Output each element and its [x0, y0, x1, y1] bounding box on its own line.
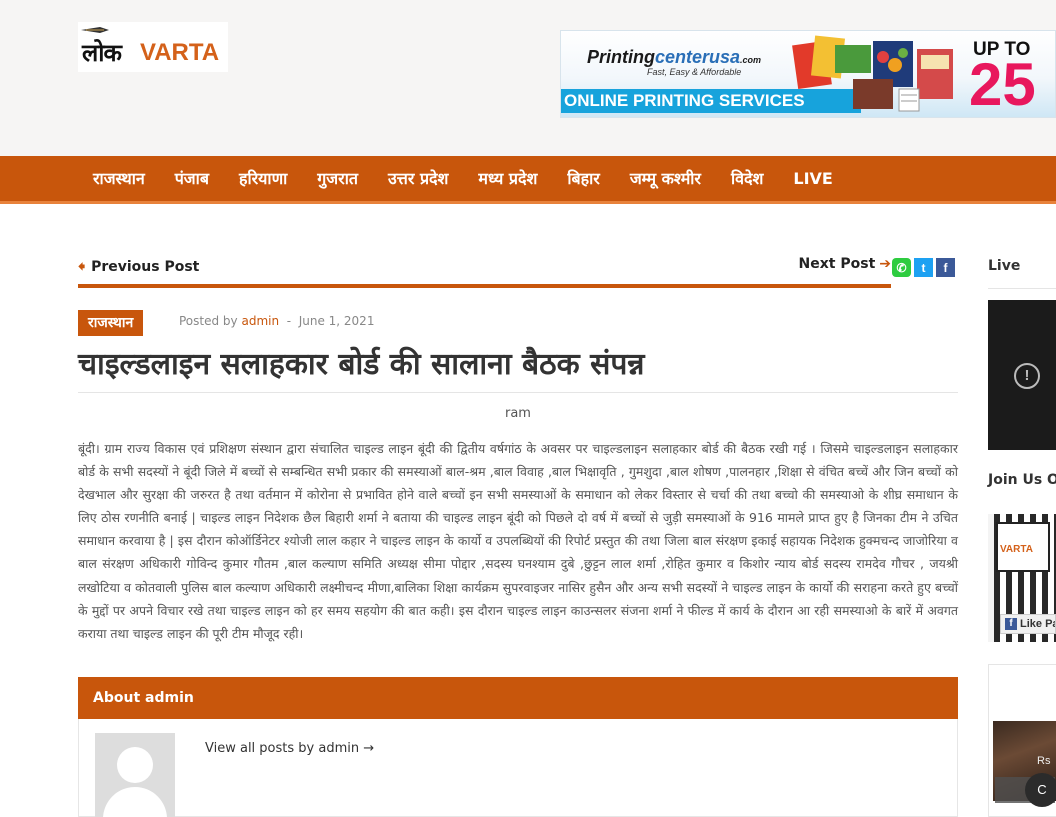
- nav-item-madhya-pradesh[interactable]: मध्य प्रदेश: [463, 156, 552, 201]
- sidebar-promo[interactable]: Rs C: [988, 664, 1056, 817]
- post-body: बूंदी। ग्राम राज्य विकास एवं प्रशिक्षण स…: [78, 441, 958, 641]
- title-divider: [78, 392, 958, 393]
- about-author-box: View all posts by admin →: [78, 719, 958, 817]
- ad-product-photos: [792, 35, 953, 112]
- next-post-link[interactable]: Next Post ➔: [799, 256, 891, 272]
- nav-item-uttar-pradesh[interactable]: उत्तर प्रदेश: [373, 156, 463, 201]
- sidebar-join-heading: Join Us On: [988, 472, 1056, 488]
- next-post-label: Next Post: [798, 256, 876, 272]
- site-header: लोक VARTA Printingcenterusa.com Fast, Ea…: [0, 0, 1056, 156]
- twitter-icon[interactable]: t: [914, 258, 933, 277]
- nav-item-punjab[interactable]: पंजाब: [160, 156, 224, 201]
- arrow-left-icon: 🠸: [78, 259, 86, 275]
- promo-currency: Rs: [1037, 755, 1051, 767]
- site-logo[interactable]: लोक VARTA: [78, 22, 228, 72]
- arrow-right-icon: ➔: [879, 256, 891, 272]
- category-badge[interactable]: राजस्थान: [78, 310, 144, 336]
- nav-item-bihar[interactable]: बिहार: [552, 156, 614, 201]
- logo-hindi-text: लोक: [82, 39, 122, 67]
- sidebar-live-heading: Live: [988, 258, 1021, 274]
- nav-item-jammu-kashmir[interactable]: जम्मू कश्मीर: [615, 156, 716, 201]
- previous-post-label: Previous Post: [91, 259, 200, 275]
- logo-latin-text: VARTA: [140, 39, 220, 66]
- live-video-embed[interactable]: !: [988, 300, 1056, 450]
- about-author-heading: About admin: [78, 677, 958, 719]
- author-link[interactable]: admin: [241, 314, 279, 328]
- previous-post-link[interactable]: 🠸 Previous Post: [78, 256, 199, 280]
- video-error-icon: !: [1014, 363, 1040, 389]
- post-byline: ram: [505, 406, 531, 421]
- share-buttons: ✆ t f: [892, 258, 955, 277]
- nav-item-haryana[interactable]: हरियाणा: [224, 156, 302, 201]
- main-navigation: राजस्थान पंजाब हरियाणा गुजरात उत्तर प्रद…: [0, 156, 1056, 204]
- ad-brand: Printingcenterusa.com: [587, 47, 762, 67]
- facebook-icon[interactable]: f: [936, 258, 955, 277]
- promo-circle-button[interactable]: C: [1025, 773, 1056, 807]
- post-date: June 1, 2021: [298, 314, 375, 328]
- sidebar-divider: [988, 288, 1056, 289]
- avatar: [95, 733, 175, 817]
- post-title: चाइल्डलाइन सलाहकार बोर्ड की सालाना बैठक …: [78, 347, 645, 382]
- nav-item-rajasthan[interactable]: राजस्थान: [78, 156, 160, 201]
- whatsapp-icon[interactable]: ✆: [892, 258, 911, 277]
- facebook-like-icon: f: [1005, 618, 1017, 631]
- ad-percent: 25: [969, 51, 1036, 118]
- view-all-posts-link[interactable]: View all posts by admin →: [205, 741, 374, 756]
- date-separator: -: [286, 314, 292, 328]
- nav-item-videsh[interactable]: विदेश: [716, 156, 778, 201]
- advertisement-banner[interactable]: Printingcenterusa.com Fast, Easy & Affor…: [560, 30, 1056, 118]
- pen-nib-icon: [81, 27, 109, 33]
- facebook-like-button[interactable]: f Like Pa: [1000, 614, 1056, 634]
- nav-item-gujarat[interactable]: गुजरात: [302, 156, 373, 201]
- post-navigation: 🠸 Previous Post Next Post ➔: [78, 252, 891, 288]
- facebook-page-widget[interactable]: VARTA f Like Pa: [988, 514, 1056, 642]
- post-meta: Posted by admin - June 1, 2021: [179, 314, 374, 328]
- ad-tagline: Fast, Easy & Affordable: [647, 67, 742, 77]
- facebook-like-label: Like Pa: [1020, 618, 1056, 630]
- nav-item-live[interactable]: LIVE: [778, 156, 847, 201]
- nav-menu: राजस्थान पंजाब हरियाणा गुजरात उत्तर प्रद…: [78, 156, 848, 201]
- facebook-page-avatar: VARTA: [996, 522, 1050, 572]
- posted-by-label: Posted by: [179, 314, 238, 328]
